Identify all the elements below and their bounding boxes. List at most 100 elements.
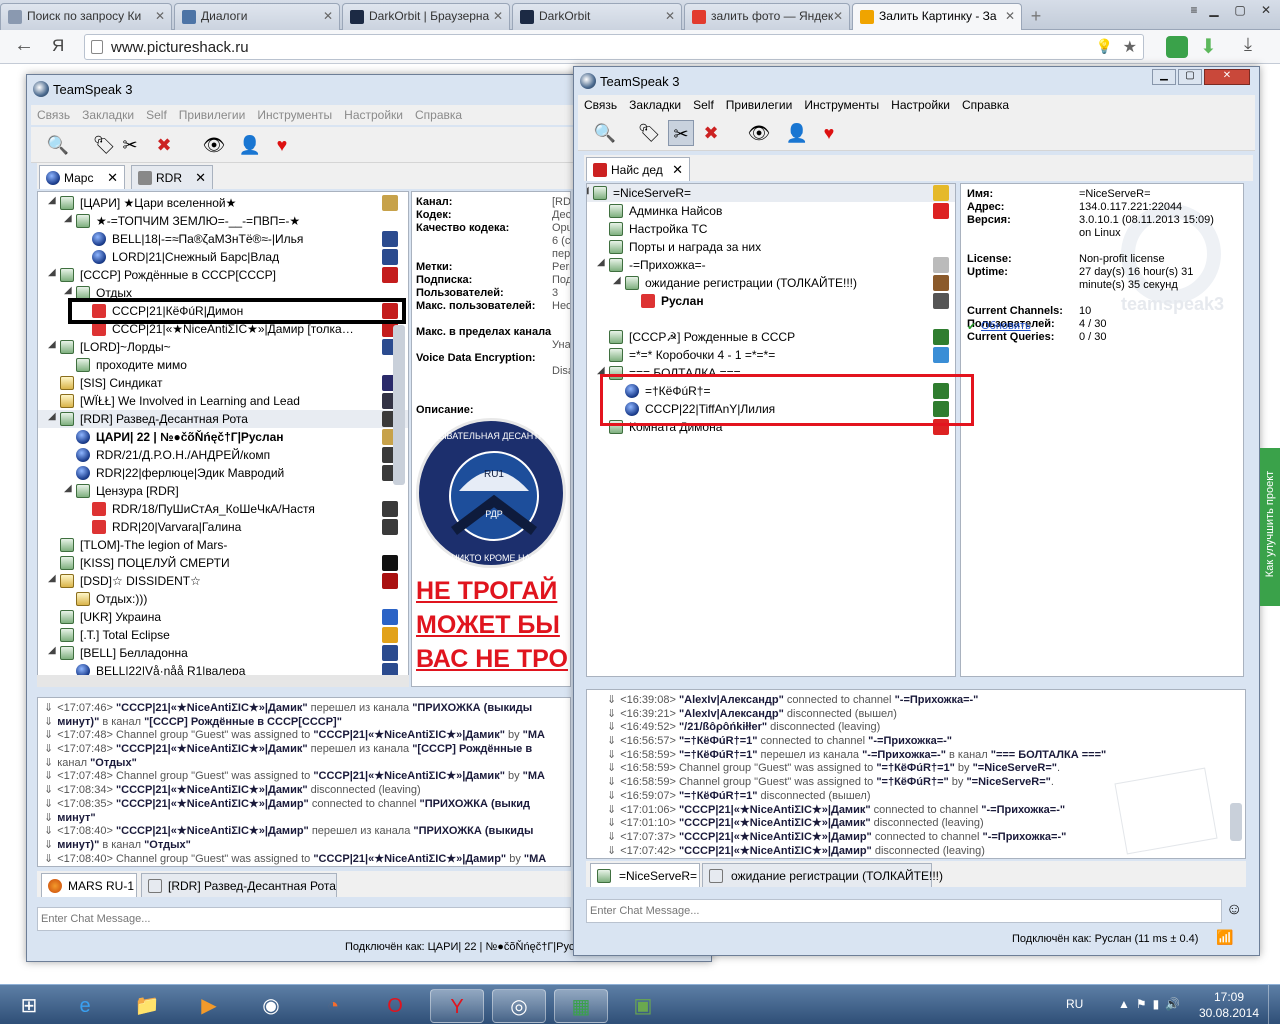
close-icon[interactable]: ✕ [672, 162, 683, 178]
language-indicator[interactable]: RU [1066, 997, 1083, 1011]
connect-icon[interactable]: 🔍 [45, 132, 71, 158]
browser-tab[interactable]: залить фото — Яндек ✕ [684, 3, 850, 30]
origin-icon[interactable]: ◔ [306, 989, 360, 1023]
refresh-link[interactable]: ✔ Обновить [967, 320, 1031, 333]
close-icon[interactable]: ✕ [1005, 9, 1015, 23]
menu-item-2[interactable]: Self [140, 105, 173, 122]
bookmark-icon[interactable]: 🏷 [636, 120, 662, 146]
menu-item-5[interactable]: Настройки [885, 95, 956, 112]
minecraft-icon[interactable]: ▣ [616, 989, 670, 1023]
tree-row-channel[interactable]: [WÏŁŁ] We Involved in Learning and Lead [38, 392, 408, 410]
window-close-button[interactable]: ✕ [1204, 69, 1250, 85]
tree-row-channel[interactable]: ◢ [ЦАРИ] ★Цари вселенной★ [38, 194, 408, 212]
tree-row-channel[interactable]: Админка Найсов [587, 202, 955, 220]
menu-item-6[interactable]: Справка [409, 105, 468, 122]
tree-row-user[interactable]: RDR/18/ПуШиСтАя_КоШеЧкА/Настя [38, 500, 408, 518]
chat-tab-rdr[interactable]: [RDR] Развед-Десантная Рота [141, 873, 337, 897]
close-icon[interactable]: ✕ [833, 9, 843, 23]
expand-arrow-icon[interactable]: ◢ [613, 275, 621, 286]
menu-item-1[interactable]: Закладки [76, 105, 140, 122]
view-icon[interactable]: 👁 [746, 120, 772, 146]
mute-speakers-icon[interactable]: ✖ [151, 132, 177, 158]
expand-arrow-icon[interactable]: ◢ [48, 339, 56, 350]
opera-icon[interactable]: O [368, 989, 422, 1023]
tree-row-channel[interactable]: =*=* Коробочки 4 - 1 =*=*= [587, 346, 955, 364]
window-maximize-button[interactable]: ▢ [1178, 69, 1202, 85]
expand-arrow-icon[interactable]: ◢ [48, 645, 56, 656]
tree-row-channel[interactable]: [СССР☭] Рожденные в СССР [587, 328, 955, 346]
tree-row-channel[interactable]: [TLOM]-The legion of Mars- [38, 536, 408, 554]
yandex-logo-icon[interactable]: Я [52, 36, 64, 56]
tab-mars[interactable]: Марс ✕ [39, 165, 125, 189]
tree-scrollbar[interactable] [393, 325, 405, 485]
window-minimize-button[interactable]: ▁ [1200, 0, 1228, 20]
darkorbit-icon[interactable]: ◉ [244, 989, 298, 1023]
tree-row-channel[interactable]: ◢ ★-=ТОПЧИМ ЗЕМЛЮ=-__-=ПВП=-★ [38, 212, 408, 230]
away-icon[interactable]: 👤 [784, 120, 810, 146]
feedback-side-button[interactable]: Как улучшить проект [1260, 448, 1280, 606]
browser-tab[interactable]: Поиск по запросу Ки ✕ [0, 3, 172, 30]
browser-tab[interactable]: DarkOrbit ✕ [512, 3, 682, 30]
view-icon[interactable]: 👁 [201, 132, 227, 158]
task-manager-icon[interactable]: ▦ [554, 989, 608, 1023]
tree-row-channel[interactable]: ◢ -=Прихожка=- [587, 256, 955, 274]
bookmark-icon[interactable]: 🏷 [91, 132, 117, 158]
menu-item-1[interactable]: Закладки [623, 95, 687, 112]
clock[interactable]: 17:09 30.08.2014 [1196, 989, 1262, 1021]
lightbulb-icon[interactable]: 💡 [1096, 38, 1113, 55]
mute-speakers-icon[interactable]: ✖ [698, 120, 724, 146]
windows-orb-icon[interactable]: ⊞ [2, 989, 56, 1023]
teamspeak-heart-icon[interactable]: ♥ [269, 132, 295, 158]
tree-row-user[interactable]: RDR|22|ферлюцe|Эдик Мавродий [38, 464, 408, 482]
menu-item-3[interactable]: Привилегии [720, 95, 799, 112]
menu-item-3[interactable]: Привилегии [173, 105, 252, 122]
tree-row-channel[interactable]: [SIS] Синдикат [38, 374, 408, 392]
file-explorer-icon[interactable]: 📁 [120, 989, 174, 1023]
tree-row-user[interactable]: RDR/21/Д.Р.О.Н./АНДРЕЙ/комп [38, 446, 408, 464]
tree-row-channel[interactable]: ◢ [RDR] Развед-Десантная Рота [38, 410, 408, 428]
close-icon[interactable]: ✕ [665, 9, 675, 23]
close-icon[interactable]: ✕ [155, 9, 165, 23]
chat-tab-mars[interactable]: MARS RU-1 [41, 873, 137, 897]
menu-item-6[interactable]: Справка [956, 95, 1015, 112]
tree-row-user[interactable]: Руслан [587, 292, 955, 310]
tree-row-channel[interactable]: Настройка ТС [587, 220, 955, 238]
menu-item-5[interactable]: Настройки [338, 105, 409, 122]
expand-arrow-icon[interactable]: ◢ [48, 195, 56, 206]
menu-item-4[interactable]: Инструменты [251, 105, 338, 122]
tree-row-channel[interactable]: [.T.] Total Eclipse [38, 626, 408, 644]
browser-tab[interactable]: Залить Картинку - За ✕ [852, 3, 1022, 30]
tree-row-channel[interactable]: ◢ [СССР] Рождённые в СССР[СССР] [38, 266, 408, 284]
disconnect-icon[interactable]: ✂ [117, 132, 143, 158]
teamspeak-heart-icon[interactable]: ♥ [816, 120, 842, 146]
expand-arrow-icon[interactable]: ◢ [48, 267, 56, 278]
tree-row-user[interactable]: RDR|20|Varvara|Галина [38, 518, 408, 536]
close-icon[interactable]: ✕ [107, 170, 118, 186]
chat-input[interactable]: Enter Chat Message... [37, 907, 571, 931]
away-icon[interactable]: 👤 [237, 132, 263, 158]
bookmark-star-icon[interactable]: ★ [1123, 37, 1137, 57]
menu-item-2[interactable]: Self [687, 95, 720, 112]
yandex-browser-icon[interactable]: Y [430, 989, 484, 1023]
emoticon-icon[interactable]: ☺ [1226, 901, 1242, 919]
tree-hscrollbar[interactable] [37, 675, 409, 687]
download-arrow-icon[interactable]: ⬇ [1200, 34, 1217, 59]
close-icon[interactable]: ✕ [195, 170, 206, 186]
tree-row-channel[interactable]: проходите мимо [38, 356, 408, 374]
tree-row-channel[interactable]: Порты и награда за них [587, 238, 955, 256]
tab-rdr[interactable]: RDR ✕ [131, 165, 213, 189]
tree-row-channel[interactable]: Отдых:))) [38, 590, 408, 608]
expand-arrow-icon[interactable]: ◢ [597, 257, 605, 268]
window-close-button[interactable]: ✕ [1252, 0, 1280, 20]
menu-item-0[interactable]: Связь [31, 105, 76, 122]
new-tab-button[interactable]: + [1024, 6, 1048, 26]
media-player-icon[interactable]: ▶ [182, 989, 236, 1023]
protect-shield-icon[interactable] [1166, 36, 1188, 58]
expand-arrow-icon[interactable]: ◢ [64, 285, 72, 296]
tree-row-channel[interactable]: ◢ [BELL] Белладонна [38, 644, 408, 662]
tree-row-user[interactable]: ЦАРИ| 22 | №●čõŇńęč†Г|Руслан [38, 428, 408, 446]
chat-tab-server[interactable]: =NiceServeR= [590, 863, 700, 887]
menu-item-0[interactable]: Связь [578, 95, 623, 112]
chat-input[interactable]: Enter Chat Message... [586, 899, 1222, 923]
expand-arrow-icon[interactable]: ◢ [587, 185, 589, 196]
